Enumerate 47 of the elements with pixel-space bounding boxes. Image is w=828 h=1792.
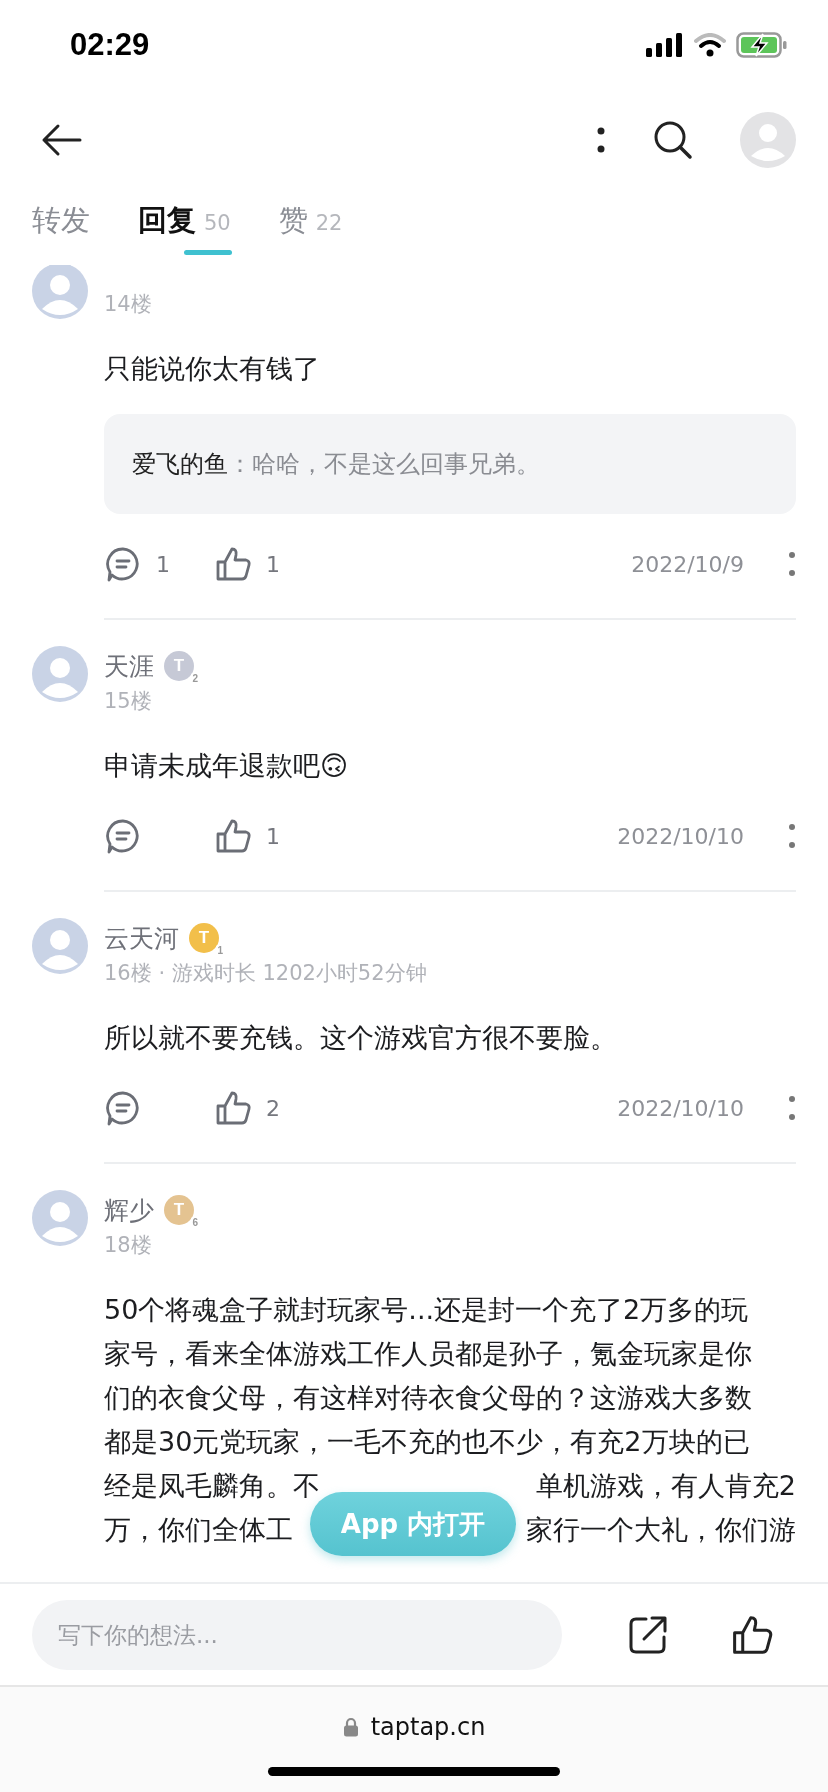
comment-text: 万，你们全体工 (104, 1513, 293, 1547)
status-time: 02:29 (70, 27, 150, 63)
url-text[interactable]: taptap.cn (370, 1713, 486, 1741)
tab[interactable]: 赞 22 (278, 200, 343, 255)
comment-text: 家行一个大礼，你们游 (526, 1513, 796, 1547)
lock-icon (342, 1717, 359, 1737)
comment-text: 都是30元党玩家，一毛不充的也不少，有充2万块的已 (104, 1425, 750, 1459)
comment-text: 只能说你太有钱了 (104, 352, 321, 386)
comment-text: 所以就不要充钱。这个游戏官方很不要脸。 (104, 1021, 618, 1055)
floor-label: 18楼 (104, 1232, 153, 1259)
like-button[interactable]: 2 (214, 1089, 324, 1127)
comment-text: 50个将魂盒子就封玩家号...还是封一个充了2万多的玩 (104, 1293, 749, 1327)
more-options-button[interactable] (788, 1095, 796, 1121)
speech-bubble-icon (104, 1089, 142, 1127)
floor-label: 15楼 (104, 688, 153, 715)
speech-bubble-icon (104, 545, 142, 583)
comment-text: 们的衣食父母，有这样对待衣食父母的？这游戏大多数 (104, 1381, 752, 1415)
thumbs-up-icon (214, 545, 252, 583)
search-button[interactable] (652, 119, 694, 161)
thumbs-up-icon (214, 817, 252, 855)
signal-icon (646, 33, 684, 57)
battery-charging-icon (736, 32, 788, 58)
more-options-button[interactable] (788, 823, 796, 849)
more-options-button[interactable] (788, 551, 796, 577)
post-date: 2022/10/10 (617, 1095, 744, 1121)
more-menu-button[interactable] (596, 125, 606, 155)
wifi-icon (694, 33, 726, 57)
floor-label: 16楼 · 游戏时长 1202小时52分钟 (104, 960, 427, 987)
tab[interactable]: 回复 50 (138, 200, 231, 255)
username[interactable]: 云天河 (104, 921, 179, 955)
like-button[interactable]: 1 (214, 817, 324, 855)
tab[interactable]: 转发 (32, 200, 90, 255)
floor-label: 14楼 (104, 291, 152, 318)
back-button[interactable] (40, 122, 84, 158)
username[interactable]: 天涯 (104, 649, 154, 683)
comment-text: 家号，看来全体游戏工作人员都是孙子，氪金玩家是你 (104, 1337, 752, 1371)
like-button[interactable]: 1 (214, 545, 324, 583)
thumbs-up-icon (214, 1089, 252, 1127)
speech-bubble-icon (104, 817, 142, 855)
comment-text: 申请未成年退款吧🙃 (104, 749, 350, 783)
quoted-reply[interactable]: 爱飞的鱼：哈哈，不是这么回事兄弟。 (104, 414, 796, 514)
reply-button[interactable]: 1 (104, 545, 214, 583)
post-date: 2022/10/9 (631, 551, 744, 577)
comment-input-field[interactable]: 写下你的想法... (32, 1599, 562, 1670)
comment-text: 单机游戏，有人肯充2 (535, 1469, 796, 1503)
post-date: 2022/10/10 (617, 823, 744, 849)
username[interactable]: 辉少 (104, 1193, 154, 1227)
